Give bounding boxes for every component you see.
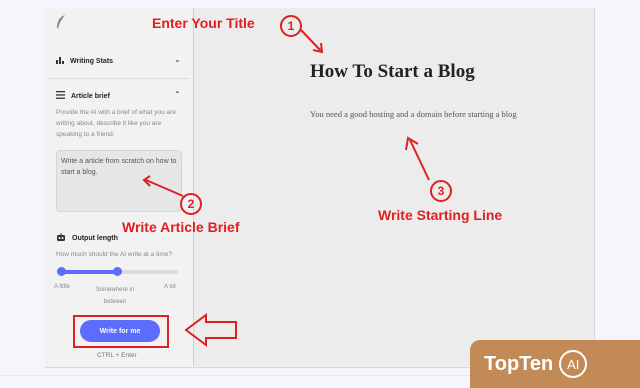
annotation-arrows bbox=[142, 29, 430, 347]
page-divider bbox=[0, 375, 470, 376]
watermark-badge: TopTen AI bbox=[470, 340, 640, 388]
watermark-ai-icon: AI bbox=[559, 350, 588, 378]
watermark-brand: TopTen bbox=[484, 352, 554, 375]
